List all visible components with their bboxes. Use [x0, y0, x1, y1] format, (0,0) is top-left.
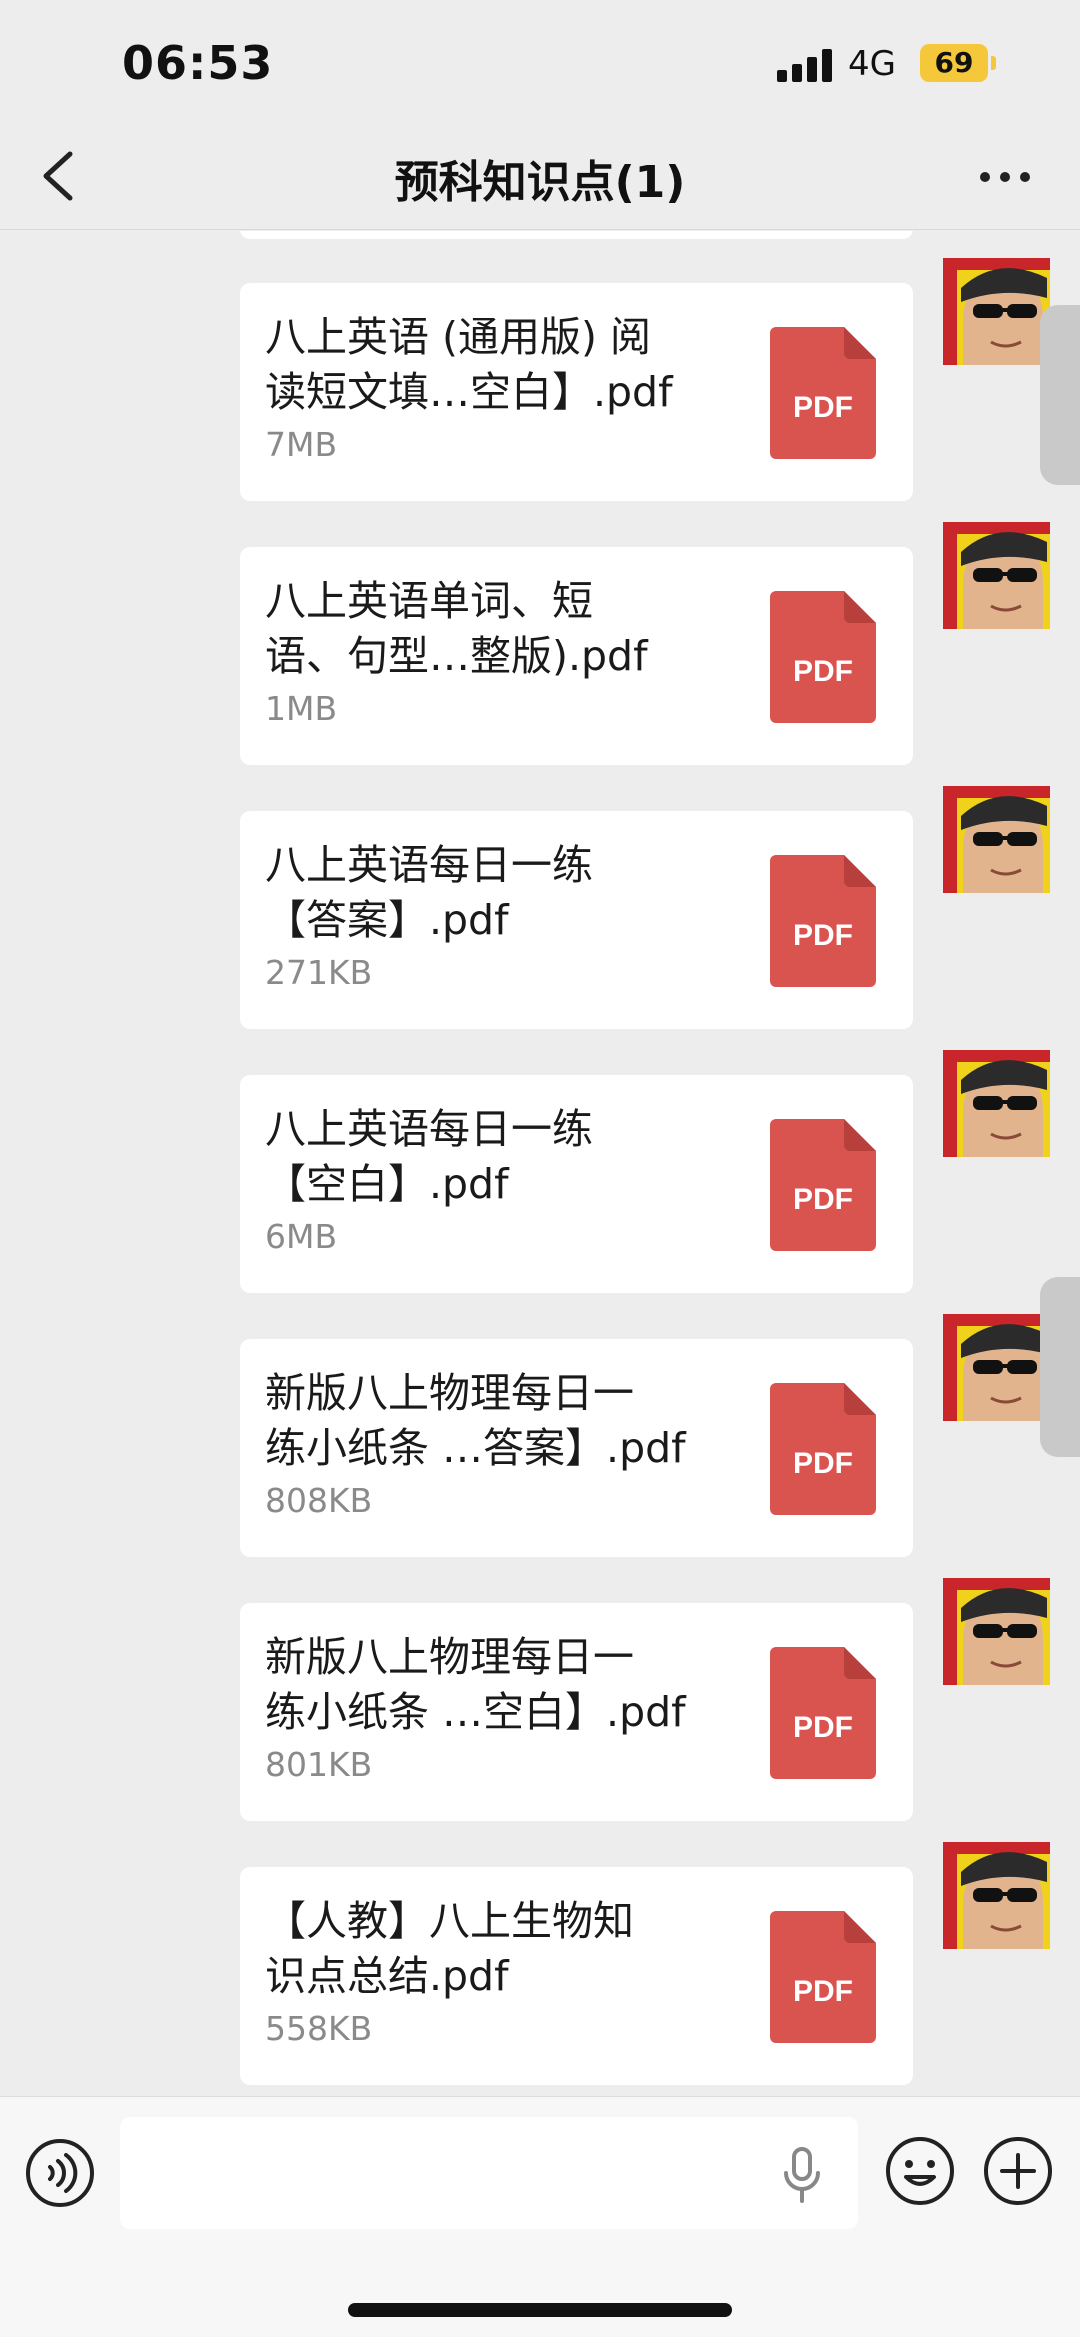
avatar[interactable] — [943, 1314, 1050, 1421]
file-size: 1MB — [265, 689, 338, 728]
voice-icon[interactable] — [24, 2137, 96, 2209]
pdf-file-icon: PDF — [770, 855, 876, 987]
battery-nub — [991, 56, 996, 70]
input-bar — [0, 2096, 1080, 2337]
message-list[interactable]: 八上英语 (通用版) 阅 读短文填…空白】.pdf 7MB PDF 八上英语单词、短 … — [0, 231, 1080, 2096]
file-message-card[interactable]: 八上英语单词、短 语、句型…整版).pdf 1MB PDF — [240, 547, 913, 765]
file-size: 558KB — [265, 2009, 373, 2048]
page-title: 预科知识点(1) — [394, 157, 686, 208]
floating-tab-top[interactable] — [1040, 305, 1080, 485]
avatar[interactable] — [943, 258, 1050, 365]
file-name: 八上英语单词、短 语、句型…整版).pdf — [265, 577, 648, 680]
status-bar: 06:53 4G 69 — [0, 0, 1080, 120]
floating-tab-bottom[interactable] — [1040, 1277, 1080, 1457]
file-message-card[interactable]: 【人教】八上生物知 识点总结.pdf 558KB PDF — [240, 1867, 913, 2085]
file-name: 八上英语 (通用版) 阅 读短文填…空白】.pdf — [265, 313, 673, 416]
avatar[interactable] — [943, 1050, 1050, 1157]
pdf-label: PDF — [793, 655, 853, 688]
file-message-card[interactable]: 新版八上物理每日一 练小纸条 …空白】.pdf 801KB PDF — [240, 1603, 913, 1821]
avatar[interactable] — [943, 1578, 1050, 1685]
file-size: 808KB — [265, 1481, 373, 1520]
file-size: 271KB — [265, 953, 373, 992]
microphone-icon[interactable] — [780, 2147, 824, 2203]
emoji-icon[interactable] — [884, 2135, 956, 2207]
avatar[interactable] — [943, 522, 1050, 629]
pdf-file-icon: PDF — [770, 1119, 876, 1251]
nav-bar: 预科知识点(1) — [0, 120, 1080, 230]
signal-icon — [777, 48, 835, 82]
avatar[interactable] — [943, 786, 1050, 893]
pdf-label: PDF — [793, 391, 853, 424]
status-time: 06:53 — [122, 36, 274, 90]
battery-icon: 69 — [920, 44, 988, 82]
file-name: 新版八上物理每日一 练小纸条 …空白】.pdf — [265, 1633, 686, 1736]
previous-message-card[interactable] — [240, 231, 913, 239]
network-label: 4G — [848, 44, 896, 84]
plus-icon[interactable] — [982, 2135, 1054, 2207]
avatar[interactable] — [943, 1842, 1050, 1949]
pdf-file-icon: PDF — [770, 591, 876, 723]
file-name: 八上英语每日一练 【答案】.pdf — [265, 841, 593, 944]
pdf-file-icon: PDF — [770, 1383, 876, 1515]
file-size: 7MB — [265, 425, 338, 464]
more-dots-icon[interactable] — [975, 168, 1035, 188]
pdf-label: PDF — [793, 1975, 853, 2008]
pdf-label: PDF — [793, 1711, 853, 1744]
file-message-card[interactable]: 八上英语每日一练 【答案】.pdf 271KB PDF — [240, 811, 913, 1029]
file-size: 6MB — [265, 1217, 338, 1256]
file-message-card[interactable]: 八上英语每日一练 【空白】.pdf 6MB PDF — [240, 1075, 913, 1293]
file-name: 【人教】八上生物知 识点总结.pdf — [265, 1897, 634, 2000]
file-message-card[interactable]: 八上英语 (通用版) 阅 读短文填…空白】.pdf 7MB PDF — [240, 283, 913, 501]
pdf-label: PDF — [793, 1447, 853, 1480]
pdf-file-icon: PDF — [770, 1647, 876, 1779]
file-name: 八上英语每日一练 【空白】.pdf — [265, 1105, 593, 1208]
pdf-label: PDF — [793, 1183, 853, 1216]
file-size: 801KB — [265, 1745, 373, 1784]
pdf-label: PDF — [793, 919, 853, 952]
home-indicator — [348, 2303, 732, 2317]
message-input[interactable] — [120, 2117, 858, 2229]
file-name: 新版八上物理每日一 练小纸条 …答案】.pdf — [265, 1369, 686, 1472]
pdf-file-icon: PDF — [770, 327, 876, 459]
pdf-file-icon: PDF — [770, 1911, 876, 2043]
file-message-card[interactable]: 新版八上物理每日一 练小纸条 …答案】.pdf 808KB PDF — [240, 1339, 913, 1557]
